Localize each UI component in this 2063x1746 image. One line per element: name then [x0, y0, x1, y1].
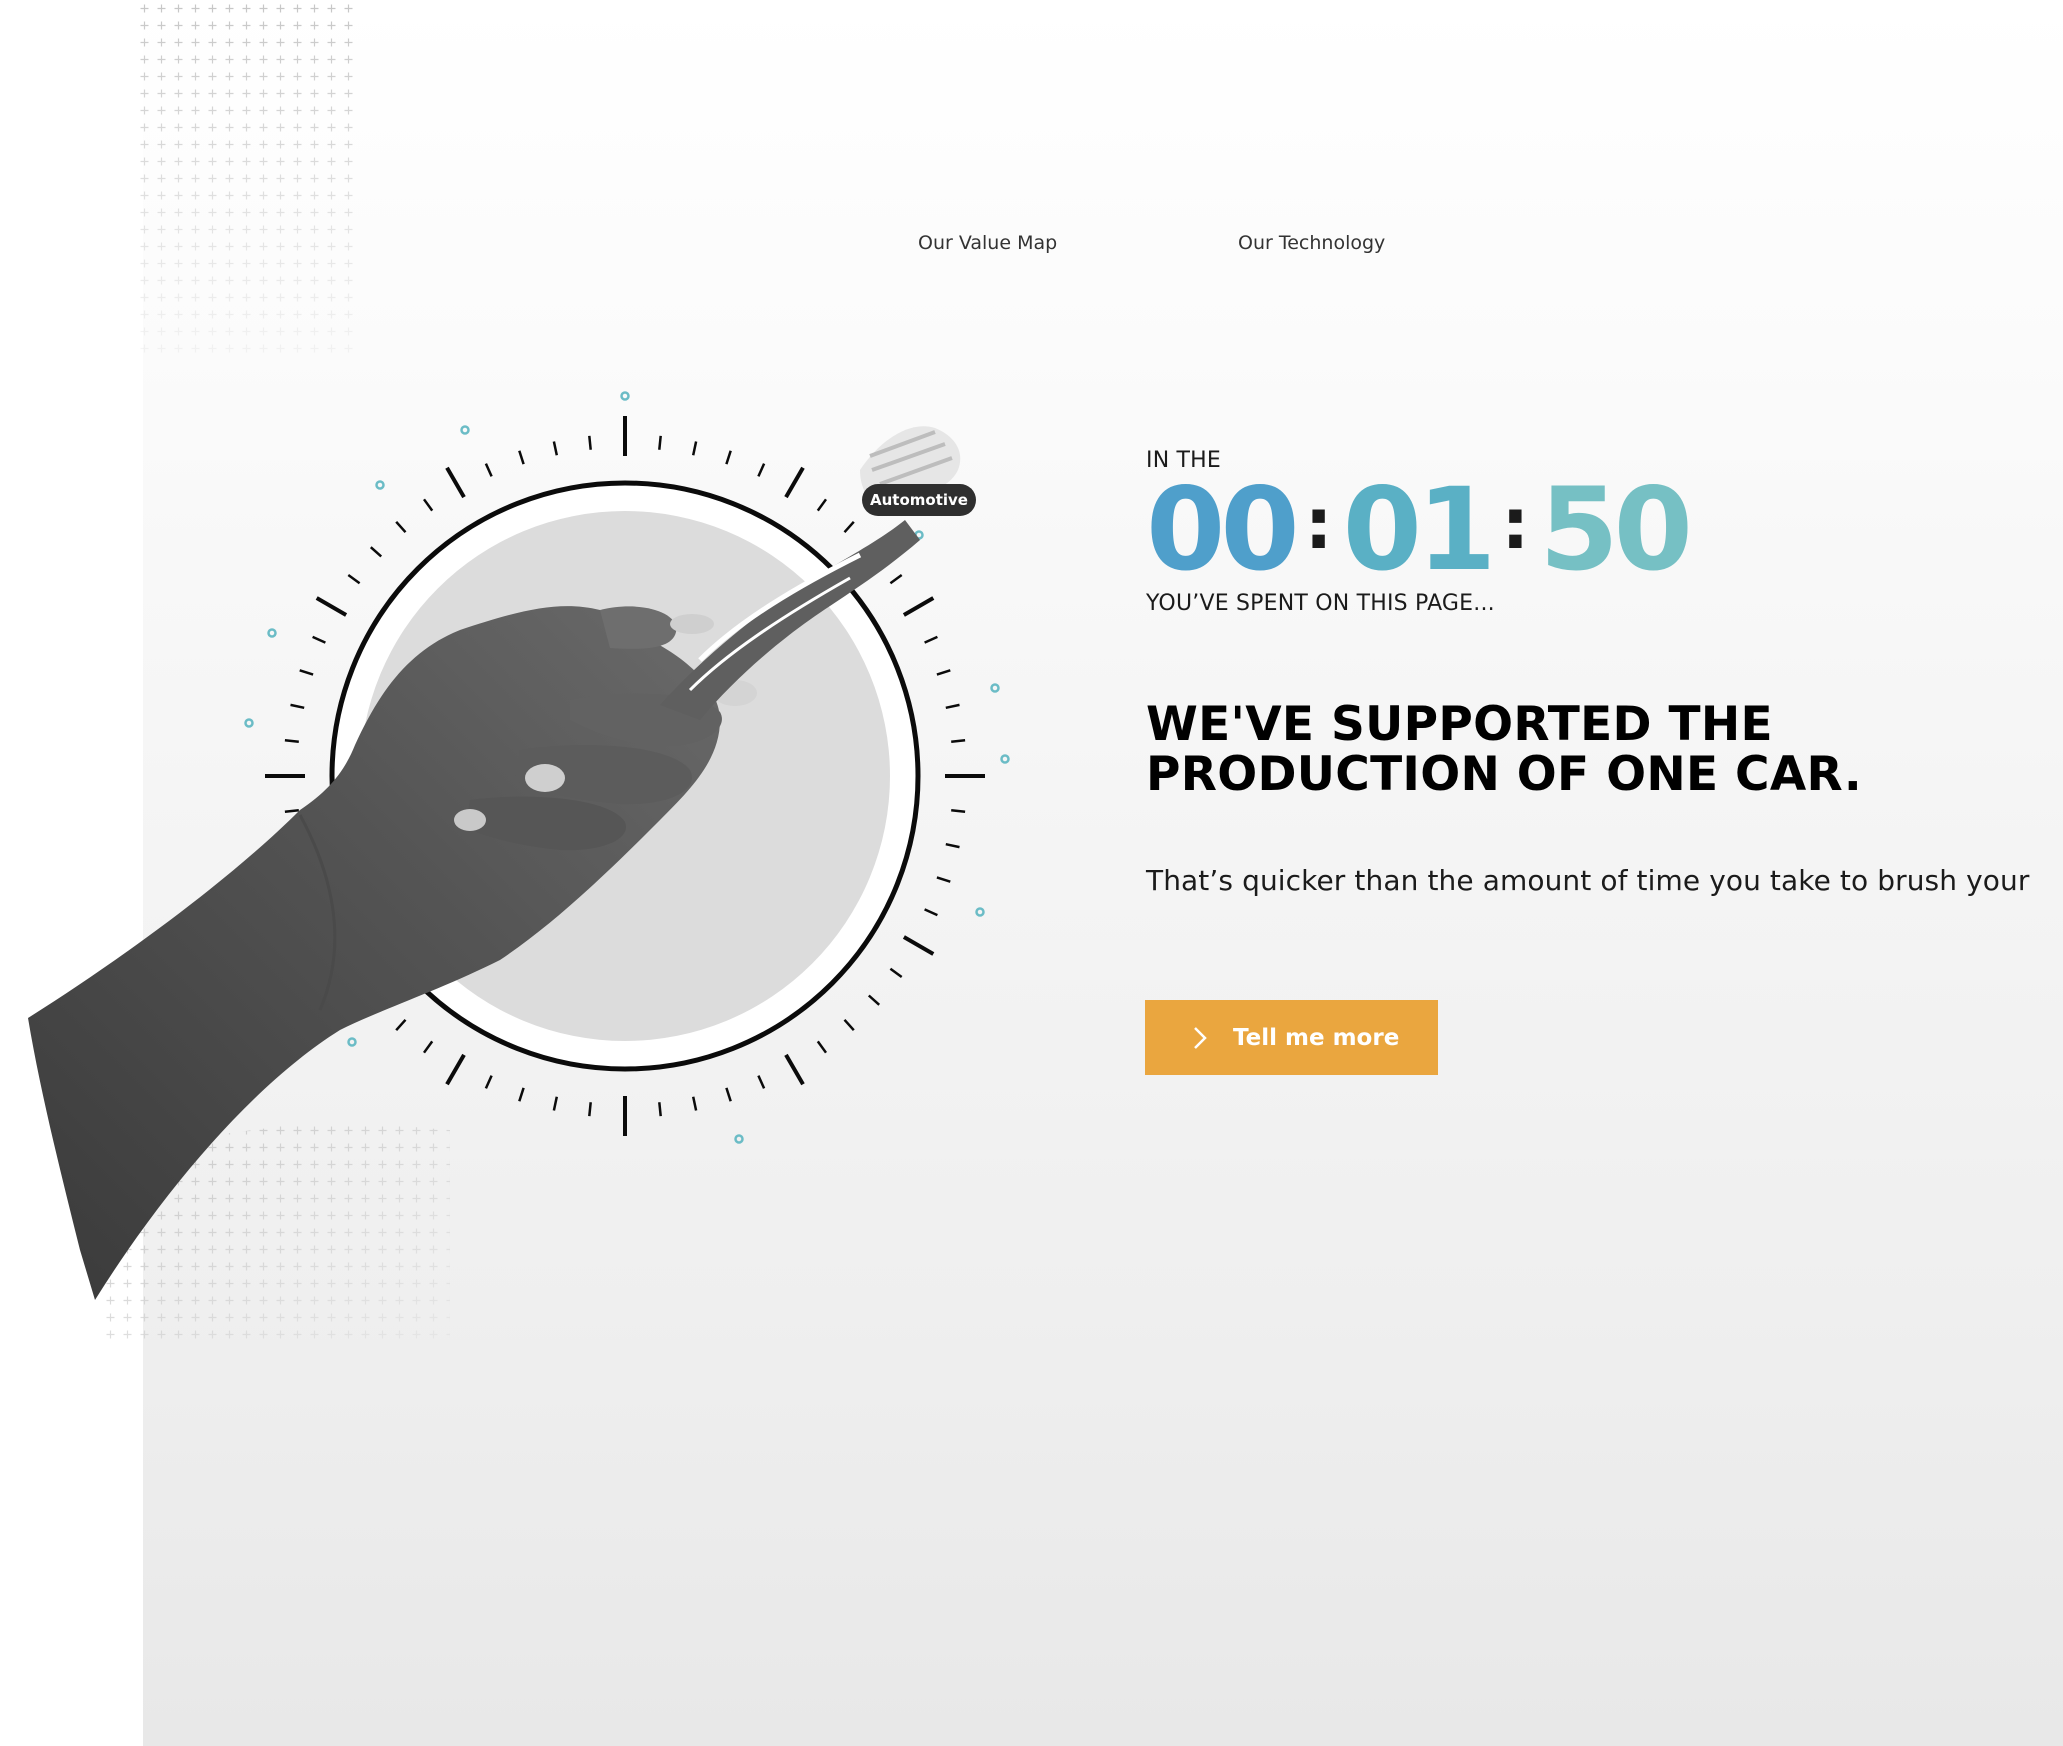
dial-tick [784, 466, 805, 499]
dial-tick [725, 450, 732, 465]
dial-tick [290, 703, 305, 710]
dial-tick [284, 739, 299, 743]
timer-minutes: 01 [1342, 463, 1497, 596]
headline-line-2: PRODUCTION OF ONE CAR. [1146, 747, 1863, 802]
dial-tick [347, 573, 361, 585]
dial-tick [588, 435, 592, 450]
headline: WE'VE SUPPORTED THE PRODUCTION OF ONE CA… [1146, 700, 1906, 800]
dial-tick [484, 463, 493, 477]
chevron-right-icon [1194, 1026, 1207, 1049]
nav-link-value-map[interactable]: Our Value Map [918, 232, 1057, 254]
dial-tick [422, 1040, 434, 1054]
dial-tick [902, 596, 935, 617]
timer-seconds: 50 [1539, 463, 1693, 596]
dial-tick [936, 669, 951, 676]
dial-tick [757, 1075, 766, 1089]
dial-tick [816, 1040, 828, 1054]
teal-dot [1000, 754, 1010, 764]
dial-tick [552, 1096, 559, 1111]
dial-tick [658, 1102, 662, 1117]
dial-tick [315, 596, 348, 617]
dial-tick [867, 994, 881, 1006]
dial-tick [299, 669, 314, 676]
dial-tick [445, 466, 466, 499]
body-copy: That’s quicker than the amount of time y… [1146, 864, 2030, 897]
timer-separator: : [1304, 483, 1333, 565]
dial-tick [395, 1018, 407, 1032]
teal-dot [975, 907, 985, 917]
dial-tick [889, 967, 903, 979]
dial-tick [725, 1087, 732, 1102]
teal-dot [244, 718, 254, 728]
dial-tick [784, 1053, 805, 1086]
dial-tick [816, 498, 828, 512]
dial-tick [889, 573, 903, 585]
teal-dot [734, 1134, 744, 1144]
dial-tick [945, 703, 960, 710]
dial-tick [518, 1087, 525, 1102]
dial-tick [924, 635, 938, 644]
dial-tick [422, 498, 434, 512]
timer-separator: : [1501, 483, 1530, 565]
tell-me-more-button[interactable]: Tell me more [1145, 1000, 1438, 1075]
timer-hours: 00 [1146, 463, 1300, 596]
teal-dot [620, 391, 630, 401]
time-on-page-counter: 00 : 01 : 50 [1146, 463, 1693, 596]
dial-tick [658, 435, 662, 450]
dial-tick [951, 739, 966, 743]
plus-pattern-top [140, 0, 360, 360]
headline-line-1: WE'VE SUPPORTED THE [1146, 697, 1773, 752]
dial-tick [843, 520, 855, 534]
dial-tick [395, 520, 407, 534]
teal-dot [375, 480, 385, 490]
teal-dot [460, 425, 470, 435]
nav-link-technology[interactable]: Our Technology [1238, 232, 1385, 254]
dial-tick [518, 450, 525, 465]
dial-tick [902, 935, 935, 956]
teal-dot [267, 628, 277, 638]
dial-tick [951, 809, 966, 813]
dial-tick [843, 1018, 855, 1032]
timer-outro-label: YOU’VE SPENT ON THIS PAGE... [1146, 591, 1495, 616]
tell-me-more-label: Tell me more [1233, 1024, 1400, 1051]
dial-tick [936, 876, 951, 883]
dial-tick [369, 546, 383, 558]
dial-tick [284, 809, 299, 813]
dial-tick [691, 441, 698, 456]
dial-tick [924, 908, 938, 917]
dial-tick [588, 1102, 592, 1117]
teal-dot [347, 1037, 357, 1047]
dial-tick [312, 635, 326, 644]
tag-automotive[interactable]: Automotive [862, 484, 976, 516]
dial-tick [445, 1053, 466, 1086]
dial-tick [945, 842, 960, 849]
dial-tick [484, 1075, 493, 1089]
dial-tick [757, 463, 766, 477]
dial-tick [552, 441, 559, 456]
dial-tick [691, 1096, 698, 1111]
teal-dot [990, 683, 1000, 693]
